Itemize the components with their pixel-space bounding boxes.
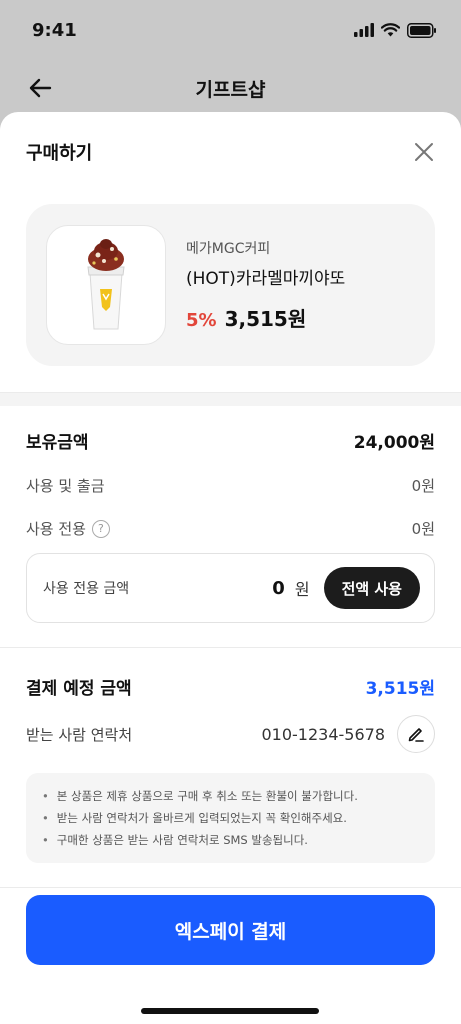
notice-text: 받는 사람 연락처가 올바르게 입력되었는지 꼭 확인해주세요. [56, 811, 347, 825]
status-bar: 9:41 [0, 0, 461, 60]
wifi-icon [381, 23, 400, 37]
status-time: 9:41 [32, 19, 77, 41]
page-title: 기프트샵 [195, 78, 266, 101]
recipient-row: 받는 사람 연락처 010-1234-5678 [26, 715, 435, 753]
payment-section: 결제 예정 금액 3,515원 받는 사람 연락처 010-1234-5678 … [0, 648, 461, 863]
recipient-controls: 010-1234-5678 [261, 715, 435, 753]
purchase-sheet: 구매하기 메가MGC커피 (HOT)카라멜마끼야또 5% 3,515원 보유금액… [0, 112, 461, 1024]
help-icon[interactable]: ? [91, 519, 110, 538]
product-image [46, 225, 166, 345]
edit-recipient-button[interactable] [397, 715, 435, 753]
dedicated-amount-unit: 원 [294, 580, 310, 599]
back-button[interactable] [26, 74, 54, 102]
arrow-left-icon [29, 78, 52, 98]
use-withdraw-row: 사용 및 출금 0원 [26, 475, 435, 496]
product-card: 메가MGC커피 (HOT)카라멜마끼야또 5% 3,515원 [26, 204, 435, 366]
dedicated-label-wrap: 사용 전용 ? [26, 518, 110, 539]
recipient-phone: 010-1234-5678 [261, 724, 385, 744]
sheet-header: 구매하기 [0, 112, 461, 192]
dedicated-amount-controls: 0 원 전액 사용 [272, 567, 420, 609]
bullet: • [42, 833, 49, 847]
product-info: 메가MGC커피 (HOT)카라멜마끼야또 5% 3,515원 [186, 238, 345, 332]
holding-label: 보유금액 [26, 433, 89, 453]
dedicated-amount-input[interactable]: 0 [272, 578, 285, 599]
holding-row: 보유금액 24,000원 [26, 428, 435, 453]
expected-amount-label: 결제 예정 금액 [26, 679, 132, 699]
status-icons [354, 22, 437, 38]
notice-item: • 본 상품은 제휴 상품으로 구매 후 취소 또는 환불이 불가합니다. [42, 785, 419, 807]
use-withdraw-value: 0원 [411, 477, 435, 495]
dedicated-value: 0원 [411, 520, 435, 538]
notice-text: 구매한 상품은 받는 사람 연락처로 SMS 발송됩니다. [56, 833, 308, 847]
notice-item: • 구매한 상품은 받는 사람 연락처로 SMS 발송됩니다. [42, 829, 419, 851]
bullet: • [42, 789, 49, 803]
price-row: 5% 3,515원 [186, 303, 345, 332]
home-indicator [141, 1008, 319, 1014]
pencil-icon [408, 728, 424, 742]
bullet: • [42, 811, 49, 825]
close-icon [415, 143, 433, 161]
section-divider [0, 392, 461, 406]
coffee-cup-icon [87, 239, 125, 330]
sheet-title: 구매하기 [26, 143, 93, 164]
balance-section: 보유금액 24,000원 사용 및 출금 0원 사용 전용 ? 0원 사용 전용… [0, 406, 461, 623]
recipient-label: 받는 사람 연락처 [26, 725, 133, 744]
dedicated-label: 사용 전용 [26, 520, 86, 538]
notice-text: 본 상품은 제휴 상품으로 구매 후 취소 또는 환불이 불가합니다. [56, 789, 358, 803]
dedicated-amount-label: 사용 전용 금액 [43, 581, 130, 597]
expected-amount-value: 3,515원 [365, 679, 435, 699]
discount-rate: 5% [186, 310, 217, 331]
close-button[interactable] [411, 139, 437, 165]
notice-item: • 받는 사람 연락처가 올바르게 입력되었는지 꼭 확인해주세요. [42, 807, 419, 829]
battery-icon [407, 22, 436, 38]
notice-box: • 본 상품은 제휴 상품으로 구매 후 취소 또는 환불이 불가합니다. • … [26, 773, 435, 863]
pay-button[interactable]: 엑스페이 결제 [26, 895, 435, 965]
product-name: (HOT)카라멜마끼야또 [186, 269, 346, 289]
product-brand: 메가MGC커피 [186, 241, 271, 257]
product-price: 3,515원 [224, 307, 307, 331]
dedicated-amount-box: 사용 전용 금액 0 원 전액 사용 [26, 553, 435, 623]
use-withdraw-label: 사용 및 출금 [26, 477, 105, 495]
nav-bar: 기프트샵 [0, 60, 461, 116]
expected-amount-row: 결제 예정 금액 3,515원 [26, 674, 435, 699]
use-all-button[interactable]: 전액 사용 [323, 567, 420, 609]
holding-value: 24,000원 [353, 433, 435, 453]
signal-icon [354, 23, 374, 37]
divider [0, 887, 461, 888]
dedicated-row: 사용 전용 ? 0원 [26, 518, 435, 539]
